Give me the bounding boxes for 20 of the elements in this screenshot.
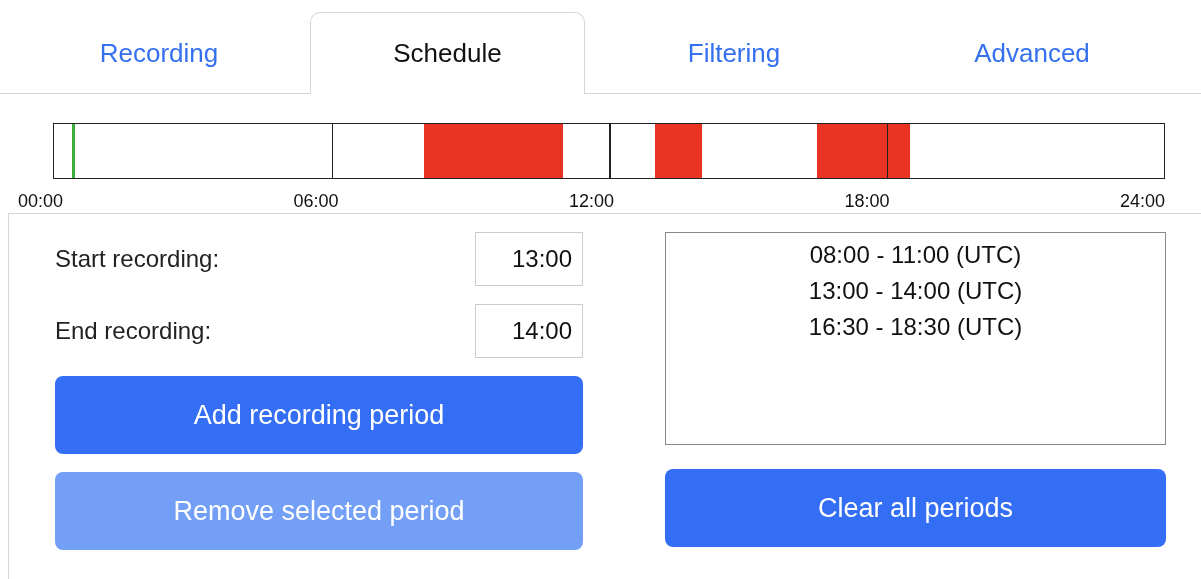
tab[interactable]: Schedule [310,12,585,94]
period-button[interactable]: Add recording period [55,376,583,454]
period-list-item[interactable]: 16:30 - 18:30 (UTC) [808,309,1023,345]
period-list-item[interactable]: 08:00 - 11:00 (UTC) [809,237,1022,273]
field-label: End recording: [55,317,212,345]
clear-periods-button[interactable]: Clear all periods [665,469,1166,547]
time-field[interactable]: 13:00 [475,232,583,286]
time-label: 00:00 [18,191,64,212]
time-label: 18:00 [844,191,890,212]
recording-period-bar [655,124,702,178]
tab[interactable]: Recording [8,12,310,94]
time-label: 12:00 [568,191,614,212]
period-list-item[interactable]: 13:00 - 14:00 (UTC) [808,273,1023,309]
tab[interactable]: Filtering [585,12,883,94]
time-label: 24:00 [1119,191,1165,212]
field-label: Start recording: [55,245,220,273]
tab[interactable]: Advanced [883,12,1181,94]
time-label: 06:00 [293,191,339,212]
time-field[interactable]: 14:00 [475,304,583,358]
period-list[interactable]: 08:00 - 11:00 (UTC) 13:00 - 14:00 (UTC) 16:30 - 18:30 (UTC) [665,232,1166,445]
